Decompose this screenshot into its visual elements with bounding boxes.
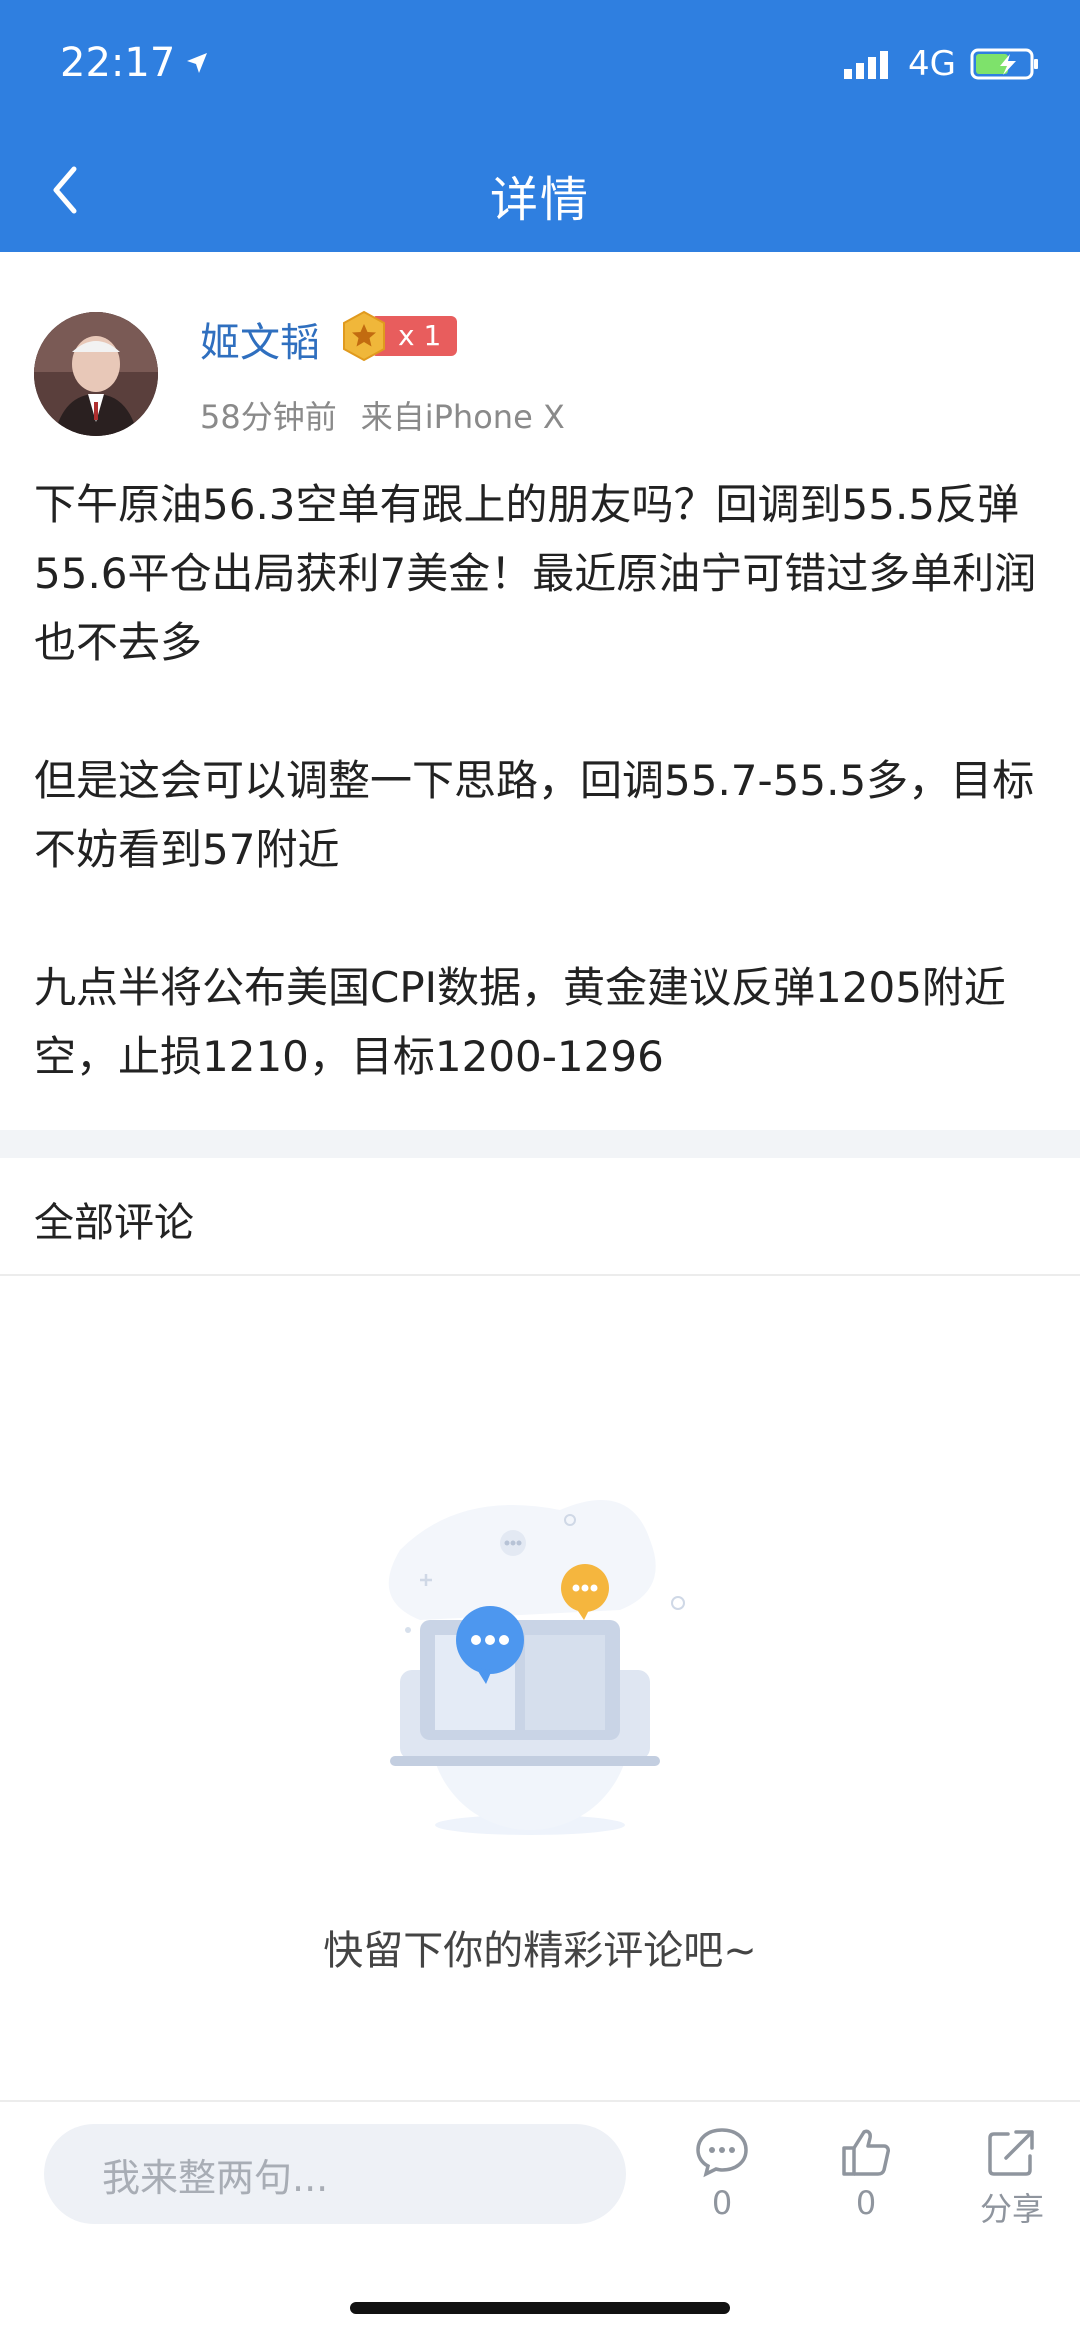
post-paragraph: 九点半将公布美国CPI数据，黄金建议反弹1205附近空，止损1210，目标120… [34,963,1006,1081]
location-arrow-icon [187,53,208,73]
status-indicators: 4G [844,44,1040,84]
post-source: 来自iPhone X [360,398,565,436]
divider [0,1274,1080,1276]
author-name[interactable]: 姬文韬 [200,310,320,368]
network-type: 4G [908,44,956,84]
comment-button[interactable]: 0 [694,2126,750,2222]
empty-comments-text: 快留下你的精彩评论吧~ [323,1928,757,1974]
post-paragraph: 下午原油56.3空单有跟上的朋友吗？回调到55.5反弹55.6平仓出局获利7美金… [34,480,1037,667]
signal-icon [844,51,889,79]
share-icon [988,2130,1034,2176]
share-label: 分享 [980,2190,1045,2228]
page-title: 详情 [489,172,590,228]
avatar[interactable] [34,312,158,436]
battery-icon [970,48,1038,80]
like-count: 0 [855,2184,877,2222]
post-meta: 58分钟前 来自iPhone X [200,392,565,438]
like-icon [842,2129,890,2176]
comment-count: 0 [711,2184,733,2222]
avatar-image [34,312,158,436]
post-content: 下午原油56.3空单有跟上的朋友吗？回调到55.5反弹55.6平仓出局获利7美金… [34,470,1046,1091]
post-paragraph: 但是这会可以调整一下思路，回调55.7-55.5多，目标不妨看到57附近 [34,756,1035,874]
status-time: 22:17 [60,40,209,86]
section-separator [0,1130,1080,1158]
post-time: 58分钟前 [200,398,337,436]
like-button[interactable]: 0 [840,2126,892,2222]
app-header: 22:17 4G 详情 [0,0,1080,252]
share-button[interactable]: 分享 [980,2126,1044,2230]
star-medal-icon [343,310,385,362]
comments-section-title: 全部评论 [34,1200,194,1246]
empty-comments-illustration [388,1500,685,1835]
comment-input[interactable]: 我来整两句... [44,2124,626,2224]
level-badge: x 1 [340,310,458,362]
home-indicator[interactable] [350,2302,730,2314]
comment-input-placeholder: 我来整两句... [102,2155,329,2200]
comment-icon [696,2128,748,2178]
